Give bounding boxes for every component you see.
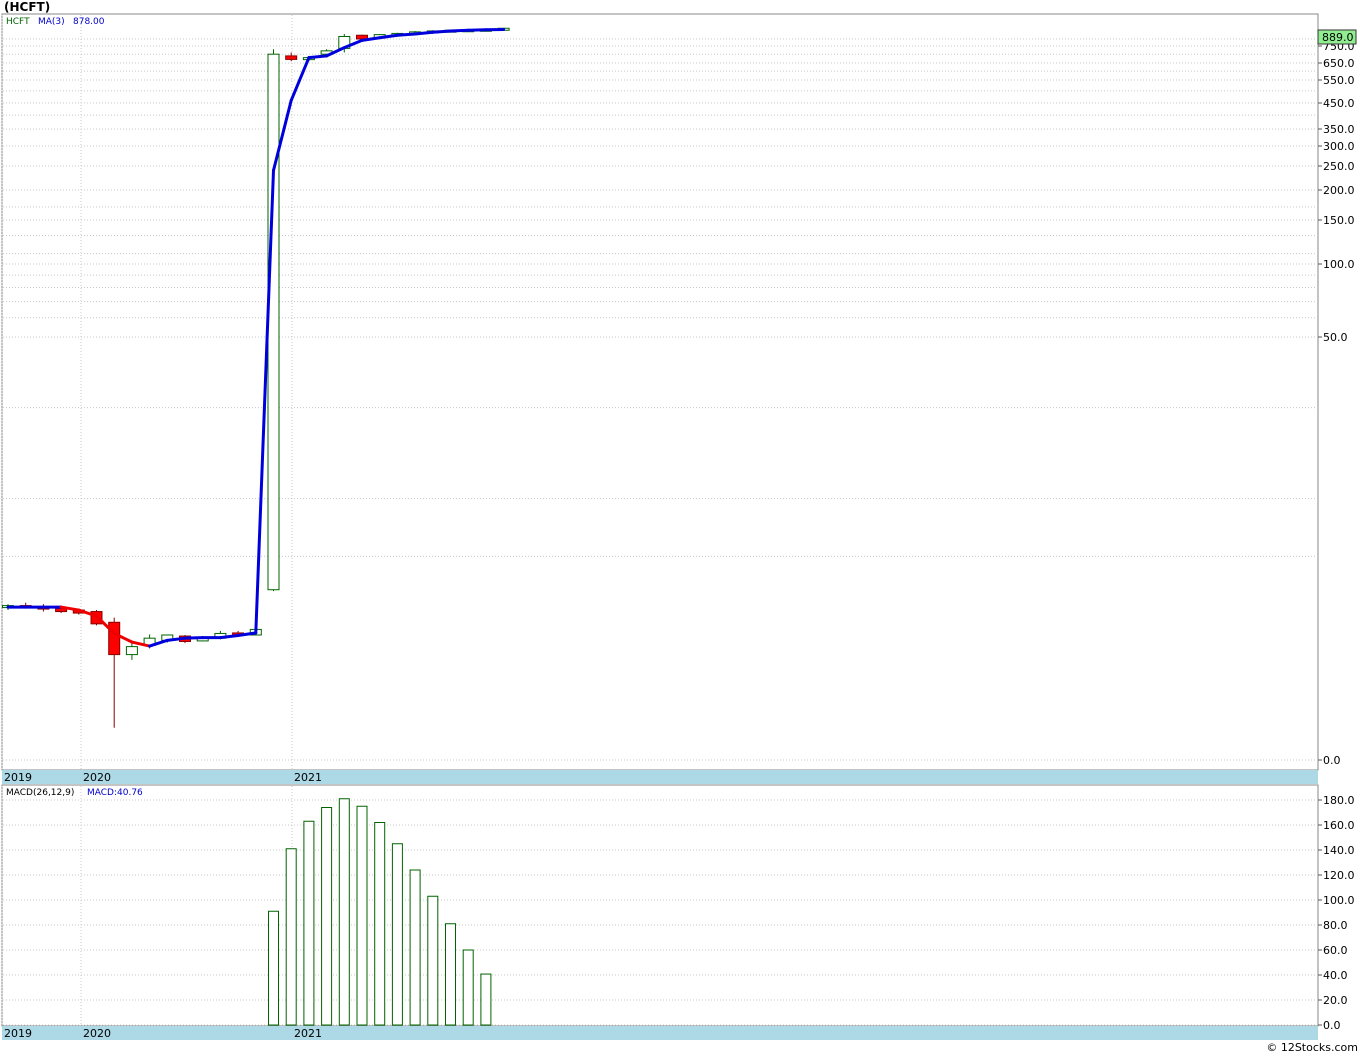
y-tick-label: 550.0 [1323, 74, 1355, 87]
ma-segment [395, 32, 417, 37]
x-tick-label: 2020 [83, 771, 111, 784]
ma-segment [307, 54, 329, 60]
candle-body [108, 621, 121, 656]
y-tick-label: 100.0 [1323, 258, 1355, 271]
price-x-axis-strip [2, 770, 1318, 784]
y-tick-label: 100.0 [1323, 894, 1355, 907]
macd-bar [409, 869, 421, 1026]
macd-bar [338, 798, 350, 1026]
candle-body [125, 646, 138, 656]
macd-bar [374, 822, 386, 1026]
macd-x-axis-strip [2, 1026, 1318, 1040]
macd-bar [268, 910, 279, 1026]
ma-segment [449, 28, 470, 33]
ma-segment [183, 636, 205, 640]
macd-bar [445, 923, 456, 1026]
y-tick-label: 20.0 [1323, 994, 1348, 1007]
macd-y-axis: 180.0 160.0 140.0 120.0 100.0 80.0 60.0 40.0 20.… [1318, 794, 1355, 1032]
x-tick-label: 2021 [294, 1027, 322, 1040]
chart-window: (HCFT) 800.0750.0650.0550.0450.0350.0300… [0, 0, 1360, 1056]
y-tick-label: 200.0 [1323, 184, 1355, 197]
macd-bar [462, 949, 474, 1026]
macd-bar [285, 848, 297, 1026]
macd-bar [321, 807, 333, 1026]
y-tick-label: 150.0 [1323, 214, 1355, 227]
y-tick-label: 40.0 [1323, 969, 1348, 982]
macd-bar [356, 805, 368, 1026]
price-y-axis: 800.0750.0650.0550.0450.0350.0300.0250.0… [1318, 33, 1355, 767]
y-tick-label: 250.0 [1323, 160, 1355, 173]
y-tick-label: 60.0 [1323, 944, 1348, 957]
y-tick-label: 140.0 [1323, 844, 1355, 857]
macd-bar [391, 843, 403, 1026]
macd-panel [1, 784, 1319, 1027]
y-tick-label: 180.0 [1323, 794, 1355, 807]
y-tick-label: 50.0 [1323, 331, 1348, 344]
y-tick-label: 160.0 [1323, 819, 1355, 832]
ma-segment [218, 634, 240, 640]
y-tick-label: 80.0 [1323, 919, 1348, 932]
x-tick-label: 2020 [83, 1027, 111, 1040]
legend-ma-value: 878.00 [73, 17, 105, 27]
macd-bar [427, 895, 439, 1026]
y-tick-label: 450.0 [1323, 97, 1355, 110]
y-tick-label: 0.0 [1323, 754, 1341, 767]
candle-body [267, 53, 280, 591]
legend-ma-label: MA(3) [38, 17, 65, 27]
chart-canvas: 800.0750.0650.0550.0450.0350.0300.0250.0… [1, 13, 1357, 1040]
x-tick-label: 2019 [4, 771, 32, 784]
ma-segment [413, 30, 435, 36]
macd-legend-label: MACD(26,12,9) [6, 788, 74, 798]
y-tick-label: 120.0 [1323, 869, 1355, 882]
y-tick-label: 350.0 [1323, 123, 1355, 136]
y-tick-label: 0.0 [1323, 1019, 1341, 1032]
macd-bar [480, 973, 492, 1026]
x-tick-label: 2019 [4, 1027, 32, 1040]
macd-legend-value: MACD:40.76 [87, 788, 143, 798]
candle-body [285, 55, 298, 60]
legend-symbol: HCFT [6, 17, 30, 27]
last-price-label: 889.0 [1322, 31, 1354, 44]
x-tick-label: 2021 [294, 771, 322, 784]
y-tick-label: 300.0 [1323, 140, 1355, 153]
ma-segment [431, 29, 452, 34]
price-panel [1, 13, 1319, 771]
macd-bar [303, 820, 315, 1026]
y-tick-label: 650.0 [1323, 57, 1355, 70]
site-credit: © 12Stocks.com [1266, 1041, 1358, 1054]
